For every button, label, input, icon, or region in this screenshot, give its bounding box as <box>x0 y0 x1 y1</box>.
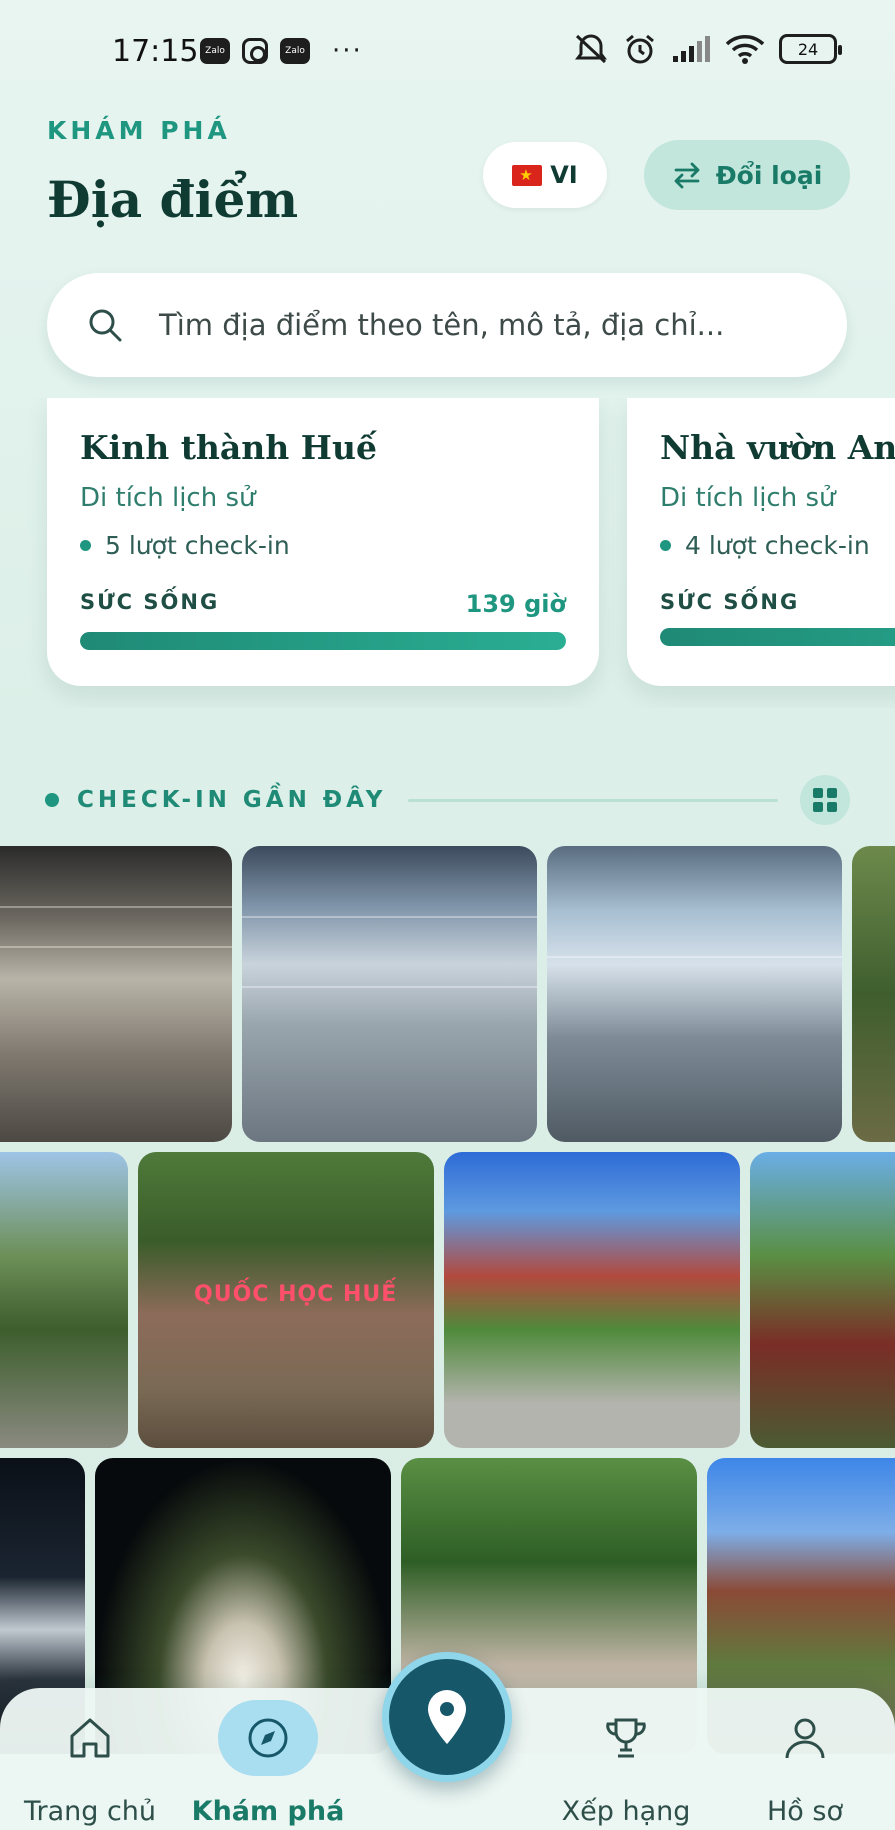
place-name: Nhà vườn An Hiên <box>660 428 895 467</box>
more-notifications-icon: ··· <box>332 36 363 66</box>
checkin-count: 5 lượt check-in <box>80 531 566 560</box>
recent-checkins-header: CHECK-IN GẦN ĐÂY <box>45 775 850 825</box>
nav-item-explore[interactable]: Khám phá <box>178 1688 358 1830</box>
airport-checkin-photo[interactable] <box>547 846 842 1142</box>
system-icons: 24 <box>573 32 842 66</box>
grid-icon <box>813 788 837 812</box>
checkin-count-label: 4 lượt check-in <box>685 531 870 560</box>
nav-label-ranking: Xếp hạng <box>561 1796 691 1827</box>
quoc-hoc-hue-photo[interactable]: QUỐC HỌC HUẾ <box>138 1152 434 1448</box>
nav-label-explore: Khám phá <box>191 1796 345 1827</box>
place-cards-carousel[interactable]: Kinh thành Huế Di tích lịch sử 5 lượt ch… <box>0 398 895 708</box>
notification-icons: Zalo Zalo ··· <box>200 36 363 66</box>
trophy-icon <box>602 1714 650 1762</box>
place-category: Di tích lịch sử <box>80 483 256 513</box>
wifi-icon <box>725 35 765 64</box>
vitality-row: SỨC SỐNG 139 giờ <box>80 590 566 618</box>
bullet-dot <box>660 540 671 551</box>
mute-icon <box>575 34 607 64</box>
checkin-count: 4 lượt check-in <box>660 531 895 560</box>
vitality-label: SỨC SỐNG <box>80 590 220 614</box>
checkin-location-button[interactable] <box>382 1652 512 1782</box>
photo-sign-text: QUỐC HỌC HUẾ <box>194 1282 398 1307</box>
vitality-bar-fill <box>80 632 566 650</box>
map-pin-icon <box>428 1690 466 1744</box>
switch-type-label: Đổi loại <box>715 160 823 190</box>
bullet-dot <box>80 540 91 551</box>
place-card[interactable]: Nhà vườn An Hiên Di tích lịch sử 4 lượt … <box>627 398 895 686</box>
vitality-row: SỨC SỐNG <box>660 590 895 614</box>
checkin-count-label: 5 lượt check-in <box>105 531 290 560</box>
section-title: CHECK-IN GẦN ĐÂY <box>77 787 387 813</box>
lotus-pond-photo[interactable] <box>0 1152 128 1448</box>
vitality-bar-fill <box>660 628 895 646</box>
status-time: 17:15 <box>112 34 199 69</box>
zalo-icon: Zalo <box>280 38 310 64</box>
section-divider <box>408 798 778 802</box>
zalo-icon: Zalo <box>200 38 230 64</box>
vitality-hours: 139 giờ <box>465 590 566 618</box>
vietnam-flag-icon <box>512 164 543 186</box>
section-kicker: KHÁM PHÁ <box>47 116 231 145</box>
signal-icon <box>673 36 710 62</box>
tree-photo[interactable] <box>852 846 895 1142</box>
grid-view-button[interactable] <box>800 775 850 825</box>
language-button[interactable]: VI <box>483 142 607 208</box>
instagram-icon <box>242 38 268 64</box>
airport-hall-photo[interactable] <box>0 846 232 1142</box>
home-icon <box>66 1714 114 1762</box>
search-placeholder: Tìm địa điểm theo tên, mô tả, địa chỉ... <box>159 308 725 342</box>
search-icon <box>89 309 122 342</box>
language-label: VI <box>550 161 578 189</box>
garden-photo[interactable] <box>750 1152 895 1448</box>
photo-row: QUỐC HỌC HUẾ <box>0 1152 895 1448</box>
place-card[interactable]: Kinh thành Huế Di tích lịch sử 5 lượt ch… <box>47 398 599 686</box>
alarm-icon <box>626 34 654 64</box>
airport-terminal-photo[interactable] <box>242 846 537 1142</box>
nav-item-ranking[interactable]: Xếp hạng <box>536 1688 716 1830</box>
search-input[interactable]: Tìm địa điểm theo tên, mô tả, địa chỉ... <box>47 273 847 377</box>
photo-row <box>0 846 895 1142</box>
vitality-label: SỨC SỐNG <box>660 590 800 614</box>
nav-item-home[interactable]: Trang chủ <box>0 1688 180 1830</box>
place-name: Kinh thành Huế <box>80 428 377 467</box>
nav-label-home: Trang chủ <box>23 1796 157 1827</box>
place-category: Di tích lịch sử <box>660 483 836 513</box>
user-icon <box>781 1714 829 1762</box>
section-dot <box>45 793 59 807</box>
vitality-bar <box>660 628 895 646</box>
switch-type-button[interactable]: Đổi loại <box>644 140 850 210</box>
page-title: Địa điểm <box>47 170 299 229</box>
status-bar: 17:15 Zalo Zalo ··· 24 <box>0 0 895 104</box>
battery-icon: 24 <box>779 34 842 64</box>
nav-label-profile: Hồ sơ <box>767 1796 843 1827</box>
swap-arrows-icon <box>674 162 700 189</box>
vitality-bar <box>80 632 566 650</box>
nav-item-profile[interactable]: Hồ sơ <box>715 1688 895 1830</box>
red-building-photo[interactable] <box>444 1152 740 1448</box>
compass-icon <box>218 1700 318 1776</box>
